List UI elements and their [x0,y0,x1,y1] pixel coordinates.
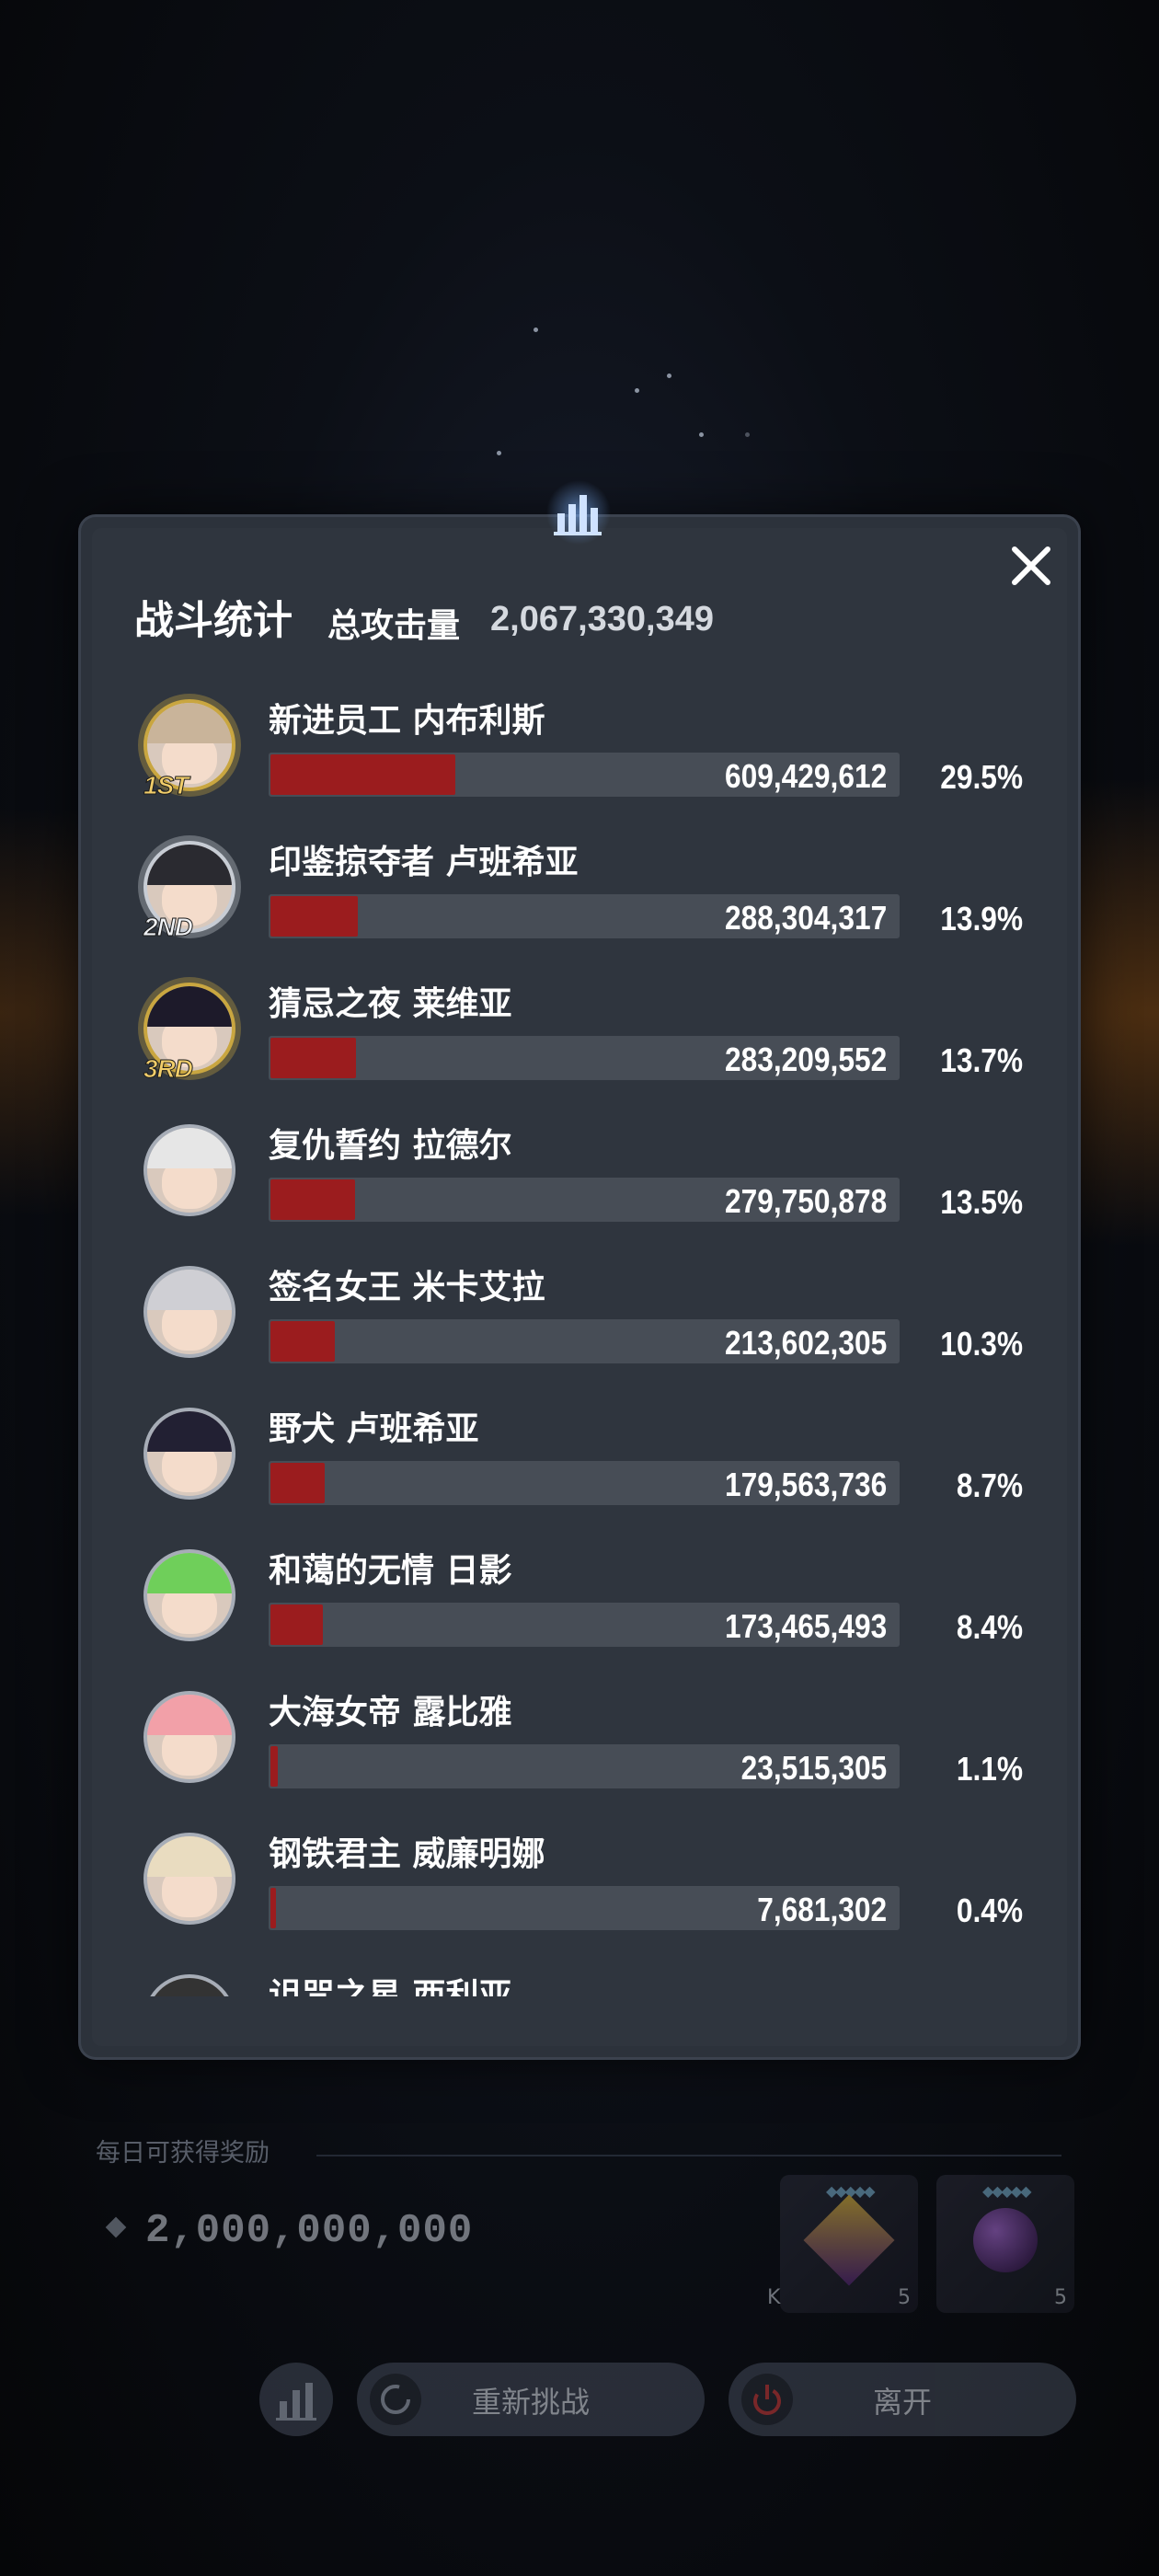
damage-value: 288,304,317 [724,899,887,937]
star-decoration [745,432,750,437]
stats-row: 野犬 卢班希亚 179,563,736 8.7% [129,1389,1030,1531]
damage-percent: 8.7% [956,1466,1023,1504]
modal-title: 战斗统计 [134,598,293,644]
bar-chart-icon [276,2383,316,2421]
damage-bar-fill [270,896,358,937]
reward-item: ◆◆◆◆◆ K 5 [767,2175,918,2313]
stats-button[interactable] [259,2363,333,2436]
damage-bar: 279,750,878 [269,1178,900,1222]
character-name: 签名女王 米卡艾拉 [269,1269,545,1306]
stats-row: 2ND 印鉴掠夺者 卢班希亚 288,304,317 13.9% [129,822,1030,964]
damage-bar: 213,602,305 [269,1319,900,1363]
star-decoration [534,328,538,332]
character-name: 大海女帝 露比雅 [269,1694,512,1731]
reward-item: ◆◆◆◆◆ 5 [936,2175,1074,2313]
orb-icon [973,2208,1038,2272]
damage-bar: 288,304,317 [269,894,900,938]
divider [316,2155,1061,2156]
damage-value: 213,602,305 [724,1324,887,1362]
character-name: 和蔼的无情 日影 [269,1552,512,1590]
leave-button-label: 离开 [872,2385,932,2420]
star-decoration [497,451,501,455]
stats-row: 复仇誓约 拉德尔 279,750,878 13.5% [129,1106,1030,1248]
damage-bar: 7,681,302 [269,1886,900,1930]
character-avatar [143,1408,235,1500]
star-decoration [699,432,704,437]
leave-button[interactable]: 离开 [729,2363,1076,2436]
damage-bar: 283,209,552 [269,1036,900,1080]
retry-button[interactable]: 重新挑战 [357,2363,705,2436]
diamond-icon [105,2216,127,2238]
rank-badge: 1ST [143,771,189,800]
damage-value: 179,563,736 [724,1466,887,1503]
star-decoration [667,374,671,378]
reward-item-count: 5 [1054,2286,1067,2309]
damage-percent: 13.5% [940,1183,1023,1221]
stats-row: 诅咒之星 西利亚 [129,1956,1030,1996]
stats-row: 大海女帝 露比雅 23,515,305 1.1% [129,1673,1030,1814]
gem-icon [803,2194,895,2286]
damage-bar-fill [270,1038,356,1078]
damage-percent: 13.7% [940,1041,1023,1079]
damage-bar-fill [270,1604,323,1645]
damage-bar: 179,563,736 [269,1461,900,1505]
damage-percent: 10.3% [940,1325,1023,1363]
character-avatar [143,1833,235,1925]
damage-value: 279,750,878 [724,1182,887,1220]
character-name: 野犬 卢班希亚 [269,1410,479,1448]
character-name: 猜忌之夜 莱维亚 [269,985,512,1023]
damage-bar-fill [270,1321,335,1362]
character-avatar [143,1974,235,1996]
damage-bar: 23,515,305 [269,1744,900,1788]
damage-bar-fill [270,1179,355,1220]
character-name: 钢铁君主 威廉明娜 [269,1835,545,1873]
damage-percent: 1.1% [956,1750,1023,1788]
retry-button-label: 重新挑战 [471,2385,590,2420]
star-decoration [635,388,639,393]
damage-value: 609,429,612 [724,757,887,795]
bar-chart-icon [546,480,611,545]
damage-stats-list[interactable]: 1ST 新进员工 内布利斯 609,429,612 29.5% 2ND 印鉴掠夺者 卢班希… [129,681,1030,1996]
damage-bar-fill [270,1888,276,1928]
character-avatar [143,1549,235,1641]
stats-row: 1ST 新进员工 内布利斯 609,429,612 29.5% [129,681,1030,822]
star-rating-icon: ◆◆◆◆◆ [982,2182,1032,2200]
damage-value: 283,209,552 [724,1041,887,1078]
stats-row: 签名女王 米卡艾拉 213,602,305 10.3% [129,1248,1030,1389]
rank-badge: 2ND [143,913,193,942]
stats-row: 和蔼的无情 日影 173,465,493 8.4% [129,1531,1030,1673]
close-icon[interactable] [1005,540,1057,592]
damage-percent: 8.4% [956,1608,1023,1646]
damage-bar: 609,429,612 [269,753,900,797]
character-name: 复仇誓约 拉德尔 [269,1127,512,1165]
bottom-action-bar: 重新挑战 离开 [0,2363,1159,2436]
total-attack-label: 总攻击量 [327,607,461,645]
character-name: 诅咒之星 西利亚 [269,1977,512,1996]
character-avatar [143,1691,235,1783]
reward-item-prefix: K [767,2286,781,2309]
damage-percent: 13.9% [940,900,1023,937]
character-avatar [143,1266,235,1358]
damage-value: 173,465,493 [724,1607,887,1645]
character-name: 新进员工 内布利斯 [269,702,545,740]
total-attack-value: 2,067,330,349 [490,600,715,638]
damage-value: 7,681,302 [757,1891,887,1928]
damage-value: 23,515,305 [740,1749,887,1787]
daily-reward-label: 每日可获得奖励 [96,2139,270,2168]
character-name: 印鉴掠夺者 卢班希亚 [269,844,579,881]
damage-bar-fill [270,1463,325,1503]
rank-badge: 3RD [143,1054,193,1084]
damage-bar-fill [270,754,455,795]
damage-bar-fill [270,1746,278,1787]
damage-bar: 173,465,493 [269,1603,900,1647]
reward-item-count: 5 [898,2286,911,2309]
damage-percent: 29.5% [940,758,1023,796]
damage-percent: 0.4% [956,1892,1023,1929]
daily-reward-value: 2,000,000,000 [145,2208,474,2254]
stats-row: 钢铁君主 威廉明娜 7,681,302 0.4% [129,1814,1030,1956]
stats-row: 3RD 猜忌之夜 莱维亚 283,209,552 13.7% [129,964,1030,1106]
character-avatar [143,1124,235,1216]
